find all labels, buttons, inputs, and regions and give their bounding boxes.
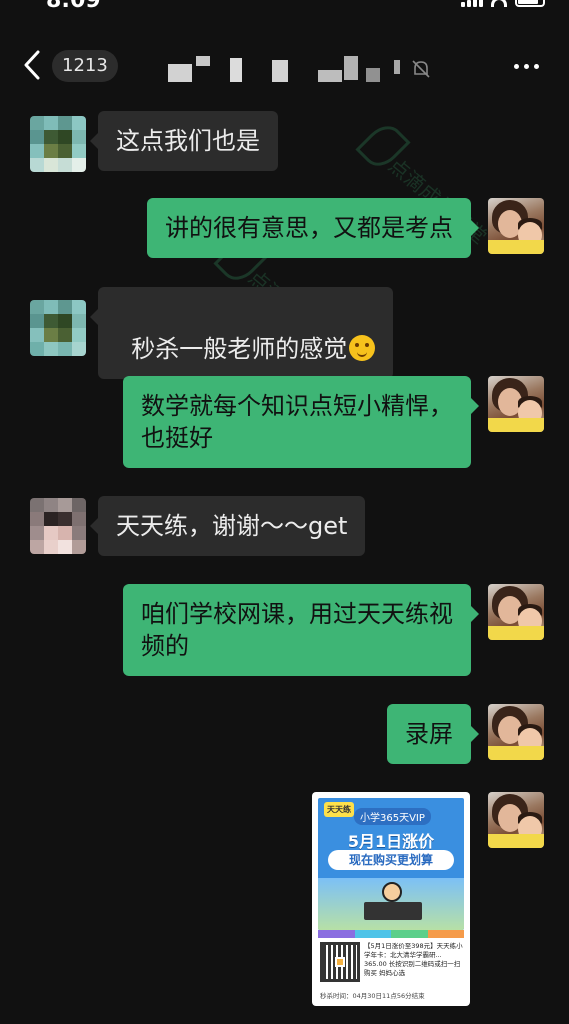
contact-avatar-pixelated[interactable] bbox=[30, 116, 86, 172]
chat-title-pixelated bbox=[168, 56, 404, 84]
poster-banner: 天天练 小学365天VIP 5月1日涨价 现在购买更划算 bbox=[318, 798, 464, 930]
message-bubble-outgoing[interactable]: 咱们学校网课，用过天天练视 频的 bbox=[123, 584, 479, 676]
poster-promo-text: 【5月1日涨价至398元】天天练小学年卡：北大清华学霸研... 365.00 长… bbox=[364, 942, 463, 977]
poster-subline: 现在购买更划算 bbox=[328, 850, 454, 870]
my-avatar[interactable] bbox=[488, 584, 544, 640]
message-bubble-incoming[interactable]: 这点我们也是 bbox=[90, 111, 278, 171]
poster-headline: 5月1日涨价 bbox=[347, 832, 435, 851]
poster-character-icon bbox=[382, 882, 402, 902]
back-button[interactable] bbox=[22, 48, 56, 82]
status-bar: 8:09 bbox=[0, 0, 569, 14]
message-bubble-outgoing[interactable]: 录屏 bbox=[387, 704, 479, 764]
my-avatar[interactable] bbox=[488, 704, 544, 760]
my-avatar[interactable] bbox=[488, 792, 544, 848]
signal-icon bbox=[461, 0, 483, 7]
chevron-left-icon bbox=[24, 50, 40, 80]
wifi-icon bbox=[491, 0, 507, 7]
message-bubble-outgoing[interactable]: 讲的很有意思，又都是考点 bbox=[147, 198, 479, 258]
status-time: 8:09 bbox=[46, 0, 101, 13]
message-bubble-incoming[interactable]: 秒杀一般老师的感觉 bbox=[89, 287, 394, 379]
thinking-face-emoji-icon bbox=[349, 335, 376, 361]
more-options-button[interactable] bbox=[509, 54, 543, 78]
image-message-poster[interactable]: 天天练 小学365天VIP 5月1日涨价 现在购买更划算 【5月1日涨价至398… bbox=[312, 792, 470, 1006]
poster-vip-label: 小学365天VIP bbox=[354, 808, 431, 825]
watermark-leaf-icon bbox=[355, 118, 411, 174]
poster-logo: 天天练 bbox=[324, 802, 354, 817]
contact-avatar-pixelated[interactable] bbox=[30, 498, 86, 554]
my-avatar[interactable] bbox=[488, 376, 544, 432]
message-bubble-incoming[interactable]: 天天练，谢谢～～get bbox=[89, 496, 366, 556]
unread-count-badge[interactable]: 1213 bbox=[52, 50, 118, 82]
poster-feature-tags bbox=[318, 930, 464, 938]
chat-header: 1213 bbox=[0, 36, 569, 96]
contact-avatar-pixelated[interactable] bbox=[30, 300, 86, 356]
poster-footer: 秒杀时间：04月30日11点56分结束 bbox=[320, 992, 425, 1000]
mute-bell-icon bbox=[412, 60, 430, 78]
qr-code-icon bbox=[320, 942, 360, 982]
poster-desk-icon bbox=[364, 902, 422, 920]
message-text: 秒杀一般老师的感觉 bbox=[131, 335, 348, 363]
message-bubble-outgoing[interactable]: 数学就每个知识点短小精悍， 也挺好 bbox=[123, 376, 479, 468]
battery-icon bbox=[515, 0, 545, 7]
my-avatar[interactable] bbox=[488, 198, 544, 254]
status-icons bbox=[461, 0, 545, 7]
